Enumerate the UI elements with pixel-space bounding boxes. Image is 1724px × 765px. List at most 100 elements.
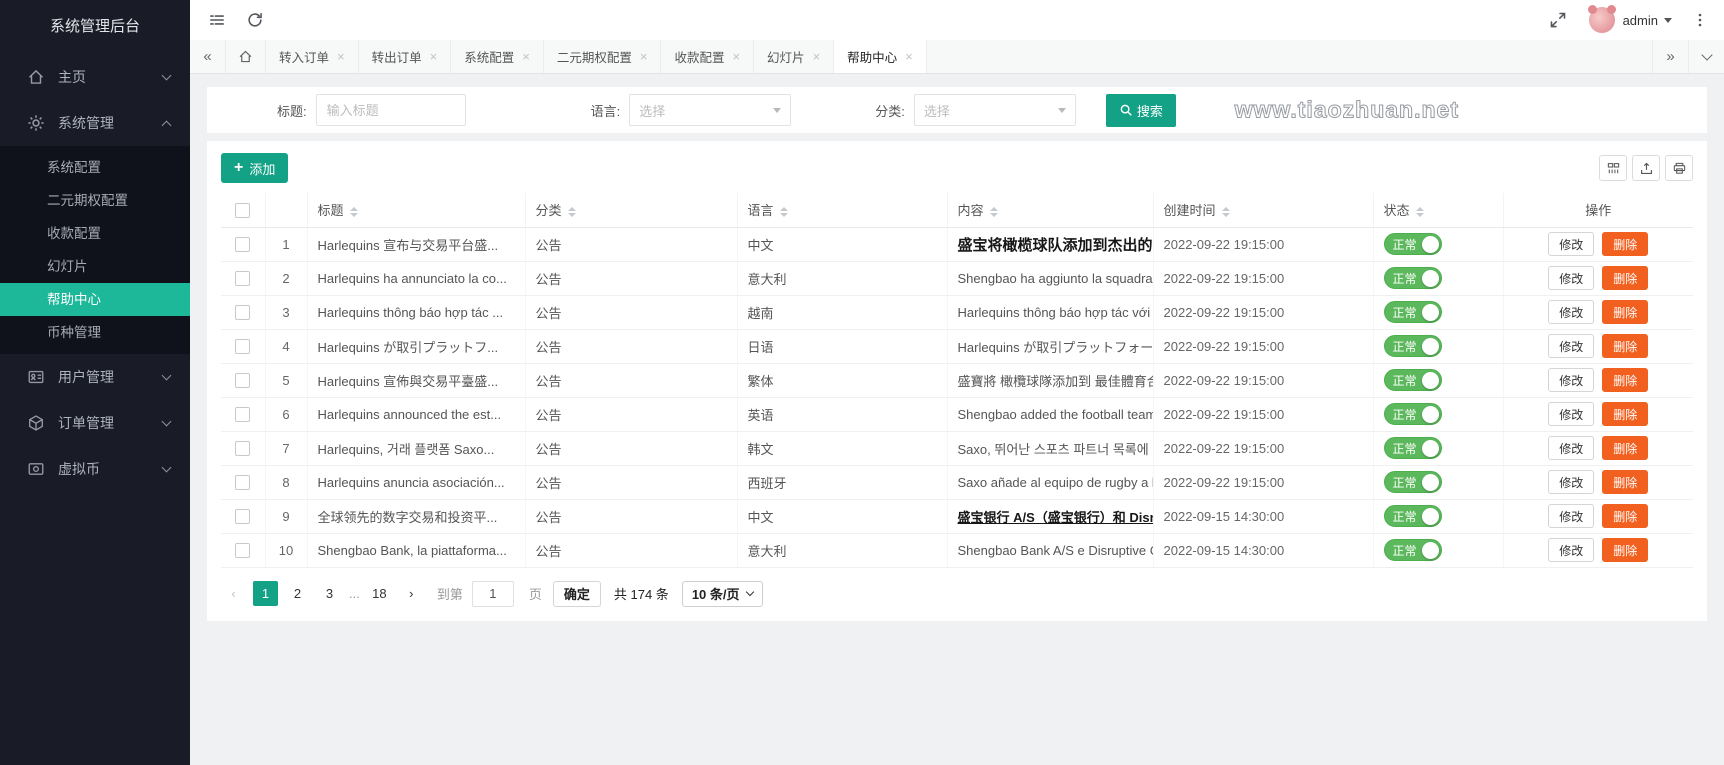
sort-icon[interactable] [780, 207, 788, 217]
tab-item[interactable]: 系统配置× [451, 40, 544, 73]
sort-icon[interactable] [350, 207, 358, 217]
status-toggle[interactable]: 正常 [1384, 301, 1442, 323]
edit-button[interactable]: 修改 [1548, 402, 1594, 426]
status-toggle[interactable]: 正常 [1384, 335, 1442, 357]
close-icon[interactable]: × [522, 50, 530, 63]
prev-page-button[interactable]: ‹ [221, 581, 246, 606]
status-toggle[interactable]: 正常 [1384, 471, 1442, 493]
close-icon[interactable]: × [337, 50, 345, 63]
tab-item[interactable]: 帮助中心× [834, 40, 927, 73]
column-header[interactable]: 语言 [737, 193, 947, 227]
delete-button[interactable]: 删除 [1602, 334, 1648, 358]
print-button[interactable] [1665, 155, 1693, 181]
row-checkbox[interactable] [235, 407, 250, 422]
edit-button[interactable]: 修改 [1548, 266, 1594, 290]
page-button[interactable]: 3 [317, 581, 342, 606]
sidebar-subitem[interactable]: 二元期权配置 [0, 184, 190, 217]
edit-button[interactable]: 修改 [1548, 334, 1594, 358]
next-page-button[interactable]: › [399, 581, 424, 606]
username[interactable]: admin [1623, 13, 1658, 28]
sidebar-subitem[interactable]: 收款配置 [0, 217, 190, 250]
sort-icon[interactable] [568, 207, 576, 217]
page-size-select[interactable]: 10 条/页 [682, 581, 763, 607]
sidebar-subitem[interactable]: 币种管理 [0, 316, 190, 349]
sidebar-item[interactable]: 订单管理 [0, 400, 190, 446]
sidebar-item[interactable]: 系统管理 [0, 100, 190, 146]
status-toggle[interactable]: 正常 [1384, 369, 1442, 391]
status-toggle[interactable]: 正常 [1384, 267, 1442, 289]
page-button[interactable]: 2 [285, 581, 310, 606]
search-button[interactable]: 搜索 [1106, 94, 1176, 127]
sidebar-item[interactable]: 虚拟币 [0, 446, 190, 492]
close-icon[interactable]: × [430, 50, 438, 63]
row-checkbox[interactable] [235, 305, 250, 320]
edit-button[interactable]: 修改 [1548, 368, 1594, 392]
sidebar-subitem[interactable]: 幻灯片 [0, 250, 190, 283]
home-tab[interactable] [226, 40, 266, 73]
tab-item[interactable]: 转出订单× [359, 40, 452, 73]
edit-button[interactable]: 修改 [1548, 300, 1594, 324]
tab-item[interactable]: 幻灯片× [754, 40, 834, 73]
tabs-scroll-right-button[interactable]: » [1652, 40, 1688, 73]
columns-toggle-button[interactable] [1599, 155, 1627, 181]
edit-button[interactable]: 修改 [1548, 470, 1594, 494]
row-checkbox[interactable] [235, 237, 250, 252]
delete-button[interactable]: 删除 [1602, 368, 1648, 392]
row-checkbox[interactable] [235, 475, 250, 490]
sort-icon[interactable] [1416, 207, 1424, 217]
delete-button[interactable]: 删除 [1602, 266, 1648, 290]
tab-item[interactable]: 二元期权配置× [544, 40, 662, 73]
close-icon[interactable]: × [813, 50, 821, 63]
status-toggle[interactable]: 正常 [1384, 539, 1442, 561]
goto-confirm-button[interactable]: 确定 [553, 581, 601, 607]
kebab-menu-icon[interactable] [1692, 12, 1708, 28]
delete-button[interactable]: 删除 [1602, 470, 1648, 494]
delete-button[interactable]: 删除 [1602, 402, 1648, 426]
row-checkbox[interactable] [235, 543, 250, 558]
refresh-icon[interactable] [246, 11, 264, 29]
edit-button[interactable]: 修改 [1548, 436, 1594, 460]
title-filter-input[interactable] [316, 94, 466, 126]
close-icon[interactable]: × [640, 50, 648, 63]
status-toggle[interactable]: 正常 [1384, 505, 1442, 527]
status-toggle[interactable]: 正常 [1384, 437, 1442, 459]
sidebar-subitem[interactable]: 帮助中心 [0, 283, 190, 316]
language-select[interactable]: 选择 [629, 94, 791, 126]
close-icon[interactable]: × [732, 50, 740, 63]
sort-icon[interactable] [1222, 207, 1230, 217]
edit-button[interactable]: 修改 [1548, 232, 1594, 256]
tabs-scroll-left-button[interactable]: « [190, 40, 226, 73]
select-all-checkbox[interactable] [235, 203, 250, 218]
delete-button[interactable]: 删除 [1602, 504, 1648, 528]
close-icon[interactable]: × [905, 50, 913, 63]
edit-button[interactable]: 修改 [1548, 538, 1594, 562]
category-select[interactable]: 选择 [914, 94, 1076, 126]
sidebar-toggle-icon[interactable] [208, 11, 226, 29]
sidebar-subitem[interactable]: 系统配置 [0, 151, 190, 184]
tab-item[interactable]: 收款配置× [661, 40, 754, 73]
row-checkbox[interactable] [235, 339, 250, 354]
row-checkbox[interactable] [235, 441, 250, 456]
sort-icon[interactable] [990, 207, 998, 217]
column-header[interactable]: 创建时间 [1153, 193, 1373, 227]
page-button[interactable]: 1 [253, 581, 278, 606]
delete-button[interactable]: 删除 [1602, 436, 1648, 460]
column-header[interactable]: 分类 [525, 193, 737, 227]
export-button[interactable] [1632, 155, 1660, 181]
sidebar-item[interactable]: 用户管理 [0, 354, 190, 400]
fullscreen-icon[interactable] [1549, 11, 1567, 29]
edit-button[interactable]: 修改 [1548, 504, 1594, 528]
delete-button[interactable]: 删除 [1602, 538, 1648, 562]
tab-item[interactable]: 转入订单× [266, 40, 359, 73]
column-header[interactable]: 标题 [307, 193, 525, 227]
add-button[interactable]: + 添加 [221, 153, 288, 183]
status-toggle[interactable]: 正常 [1384, 403, 1442, 425]
column-header[interactable]: 内容 [947, 193, 1153, 227]
column-header[interactable]: 状态 [1373, 193, 1503, 227]
delete-button[interactable]: 删除 [1602, 232, 1648, 256]
avatar[interactable] [1589, 7, 1615, 33]
row-checkbox[interactable] [235, 271, 250, 286]
status-toggle[interactable]: 正常 [1384, 233, 1442, 255]
page-button[interactable]: 18 [367, 581, 392, 606]
goto-page-input[interactable] [472, 581, 514, 607]
